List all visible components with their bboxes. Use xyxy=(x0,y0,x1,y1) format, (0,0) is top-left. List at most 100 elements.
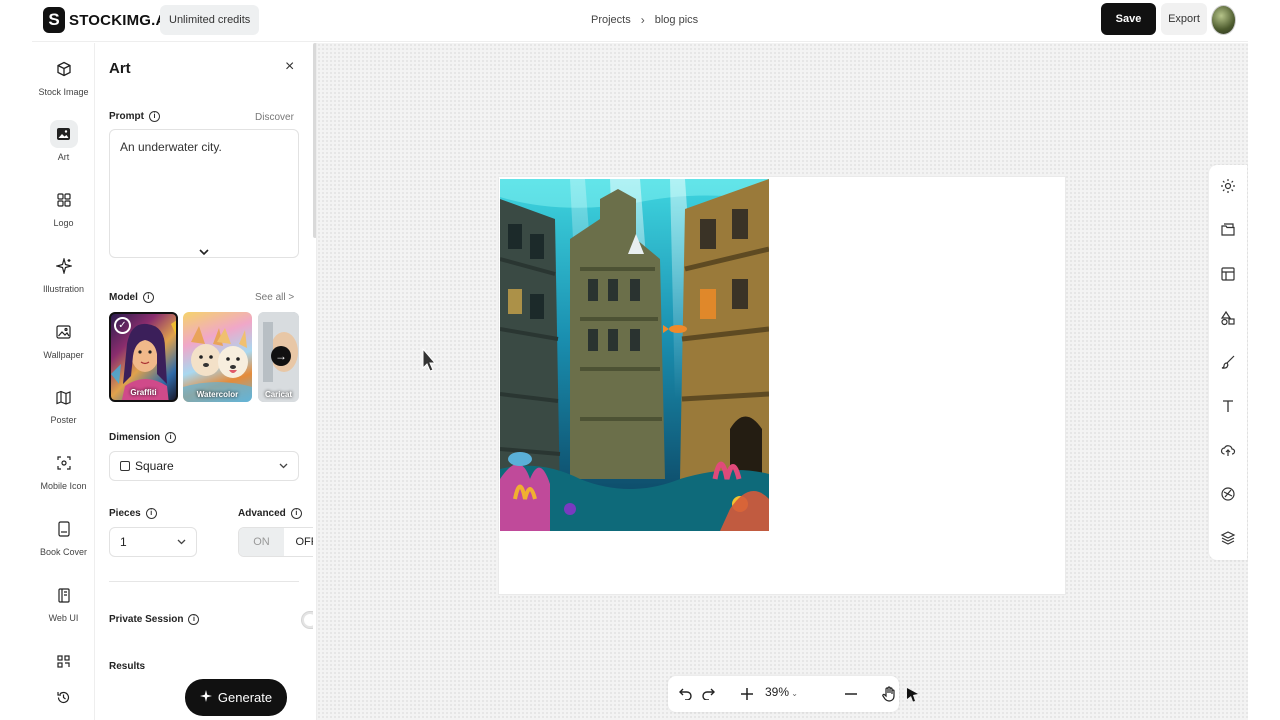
close-icon[interactable]: × xyxy=(285,58,294,76)
hand-pan-icon[interactable] xyxy=(881,684,897,704)
rail-item-more[interactable] xyxy=(32,647,95,675)
rail-item-mobile-icon[interactable]: Mobile Icon xyxy=(32,449,95,491)
logo-text: STOCKIMG.AI xyxy=(69,11,171,29)
chevron-right-icon: › xyxy=(640,13,645,27)
info-icon[interactable]: i xyxy=(290,508,302,519)
breadcrumb-current[interactable]: blog pics xyxy=(655,14,698,26)
rail-item-stock-image[interactable]: Stock Image xyxy=(32,55,95,97)
prompt-label-text: Prompt xyxy=(109,111,144,122)
user-avatar[interactable] xyxy=(1211,5,1236,35)
grid-icon xyxy=(50,186,78,214)
dimension-select[interactable]: Square xyxy=(109,451,299,481)
layers-icon[interactable] xyxy=(1217,527,1239,549)
arrow-right-icon[interactable]: → xyxy=(271,346,291,366)
rail-label: Wallpaper xyxy=(43,350,84,360)
save-button[interactable]: Save xyxy=(1101,3,1156,35)
rail-item-logo[interactable]: Logo xyxy=(32,186,95,228)
see-all-link[interactable]: See all > xyxy=(255,292,294,303)
advanced-on-option[interactable]: ON xyxy=(239,528,284,556)
square-icon xyxy=(120,461,130,471)
rail-item-wallpaper[interactable]: Wallpaper xyxy=(32,318,95,360)
prompt-textarea[interactable]: An underwater city. xyxy=(109,129,299,258)
undo-icon[interactable] xyxy=(678,684,694,704)
info-icon[interactable]: i xyxy=(188,614,200,625)
mobile-icon xyxy=(50,449,78,477)
credits-badge[interactable]: Unlimited credits xyxy=(160,5,260,35)
advanced-label-text: Advanced xyxy=(238,508,286,519)
breadcrumb-projects[interactable]: Projects xyxy=(591,14,631,26)
advanced-label: Advanced i xyxy=(238,508,302,519)
info-icon[interactable]: i xyxy=(145,508,157,519)
webui-icon xyxy=(50,581,78,609)
rail-label: Web UI xyxy=(48,613,79,623)
export-button[interactable]: Export xyxy=(1161,3,1207,35)
select-arrow-icon[interactable] xyxy=(904,684,920,704)
generated-image[interactable] xyxy=(500,179,769,531)
qr-grid-icon xyxy=(50,647,78,675)
model-name: Watercolor xyxy=(196,390,239,399)
rail-item-illustration[interactable]: Illustration xyxy=(32,252,95,294)
text-icon[interactable] xyxy=(1217,395,1239,417)
results-label: Results xyxy=(109,661,146,672)
map-icon xyxy=(50,383,78,411)
sparkle-icon xyxy=(50,252,78,280)
underwater-city-image xyxy=(500,179,769,531)
wallpaper-icon xyxy=(50,318,78,346)
chevron-down-icon xyxy=(279,461,288,472)
pieces-select[interactable]: 1 xyxy=(109,527,197,557)
dimension-value: Square xyxy=(135,459,174,473)
breadcrumb: Projects › blog pics xyxy=(591,13,698,27)
discover-link[interactable]: Discover xyxy=(255,112,294,123)
pieces-value: 1 xyxy=(120,535,127,549)
rail-label: Book Cover xyxy=(39,547,88,557)
tool-rail: Stock Image Art Logo Illustration Wallpa… xyxy=(32,43,95,720)
rail-item-book-cover[interactable]: Book Cover xyxy=(32,515,95,557)
private-session-switch[interactable] xyxy=(301,611,313,629)
info-icon[interactable]: i xyxy=(149,111,160,122)
zoom-level[interactable]: 39% ⌄ xyxy=(765,685,798,699)
brand-logo[interactable]: S STOCKIMG.AI xyxy=(43,7,171,33)
rail-item-art[interactable]: Art xyxy=(32,120,95,162)
bottom-toolbar: 39% ⌄ xyxy=(668,676,918,712)
advanced-off-option[interactable]: OFF xyxy=(284,528,314,556)
pieces-label-text: Pieces xyxy=(109,508,141,519)
zoom-out-icon[interactable] xyxy=(843,684,859,704)
logo-mark-icon: S xyxy=(43,7,65,33)
folder-icon[interactable] xyxy=(1217,219,1239,241)
model-name: Graffiti xyxy=(130,388,157,397)
book-icon xyxy=(50,515,78,543)
upload-cloud-icon[interactable] xyxy=(1217,439,1239,461)
rail-label: Stock Image xyxy=(38,87,89,97)
advanced-toggle: ON OFF xyxy=(238,527,313,557)
rail-label: Logo xyxy=(53,218,74,228)
chevron-down-icon[interactable] xyxy=(199,247,209,259)
generate-button[interactable]: Generate xyxy=(185,679,287,716)
sticker-icon[interactable] xyxy=(1217,483,1239,505)
art-settings-panel: Art × Prompt i Discover An underwater ci… xyxy=(95,43,313,720)
info-icon[interactable]: i xyxy=(142,292,154,303)
image-icon xyxy=(49,120,78,148)
history-icon xyxy=(50,683,78,711)
divider xyxy=(109,581,299,582)
zoom-in-icon[interactable] xyxy=(739,684,755,704)
canvas-area[interactable] xyxy=(317,43,1248,720)
model-card-watercolor[interactable]: Watercolor xyxy=(183,312,252,402)
model-card-graffiti[interactable]: ✓ Graffiti xyxy=(109,312,178,402)
layout-icon[interactable] xyxy=(1217,263,1239,285)
redo-icon[interactable] xyxy=(700,684,716,704)
info-icon[interactable]: i xyxy=(165,432,177,443)
rail-item-poster[interactable]: Poster xyxy=(32,383,95,425)
shapes-icon[interactable] xyxy=(1217,307,1239,329)
model-label: Model i xyxy=(109,292,154,303)
cube-icon xyxy=(50,55,78,83)
zoom-value: 39% xyxy=(765,685,790,699)
rail-item-web-ui[interactable]: Web UI xyxy=(32,581,95,623)
top-bar: S STOCKIMG.AI Unlimited credits Projects… xyxy=(32,0,1248,42)
settings-gear-icon[interactable] xyxy=(1217,175,1239,197)
pieces-label: Pieces i xyxy=(109,508,157,519)
brush-icon[interactable] xyxy=(1217,351,1239,373)
rail-item-history[interactable] xyxy=(32,683,95,711)
panel-title: Art xyxy=(109,60,131,77)
rail-label: Art xyxy=(57,152,70,162)
rail-label: Illustration xyxy=(42,284,85,294)
